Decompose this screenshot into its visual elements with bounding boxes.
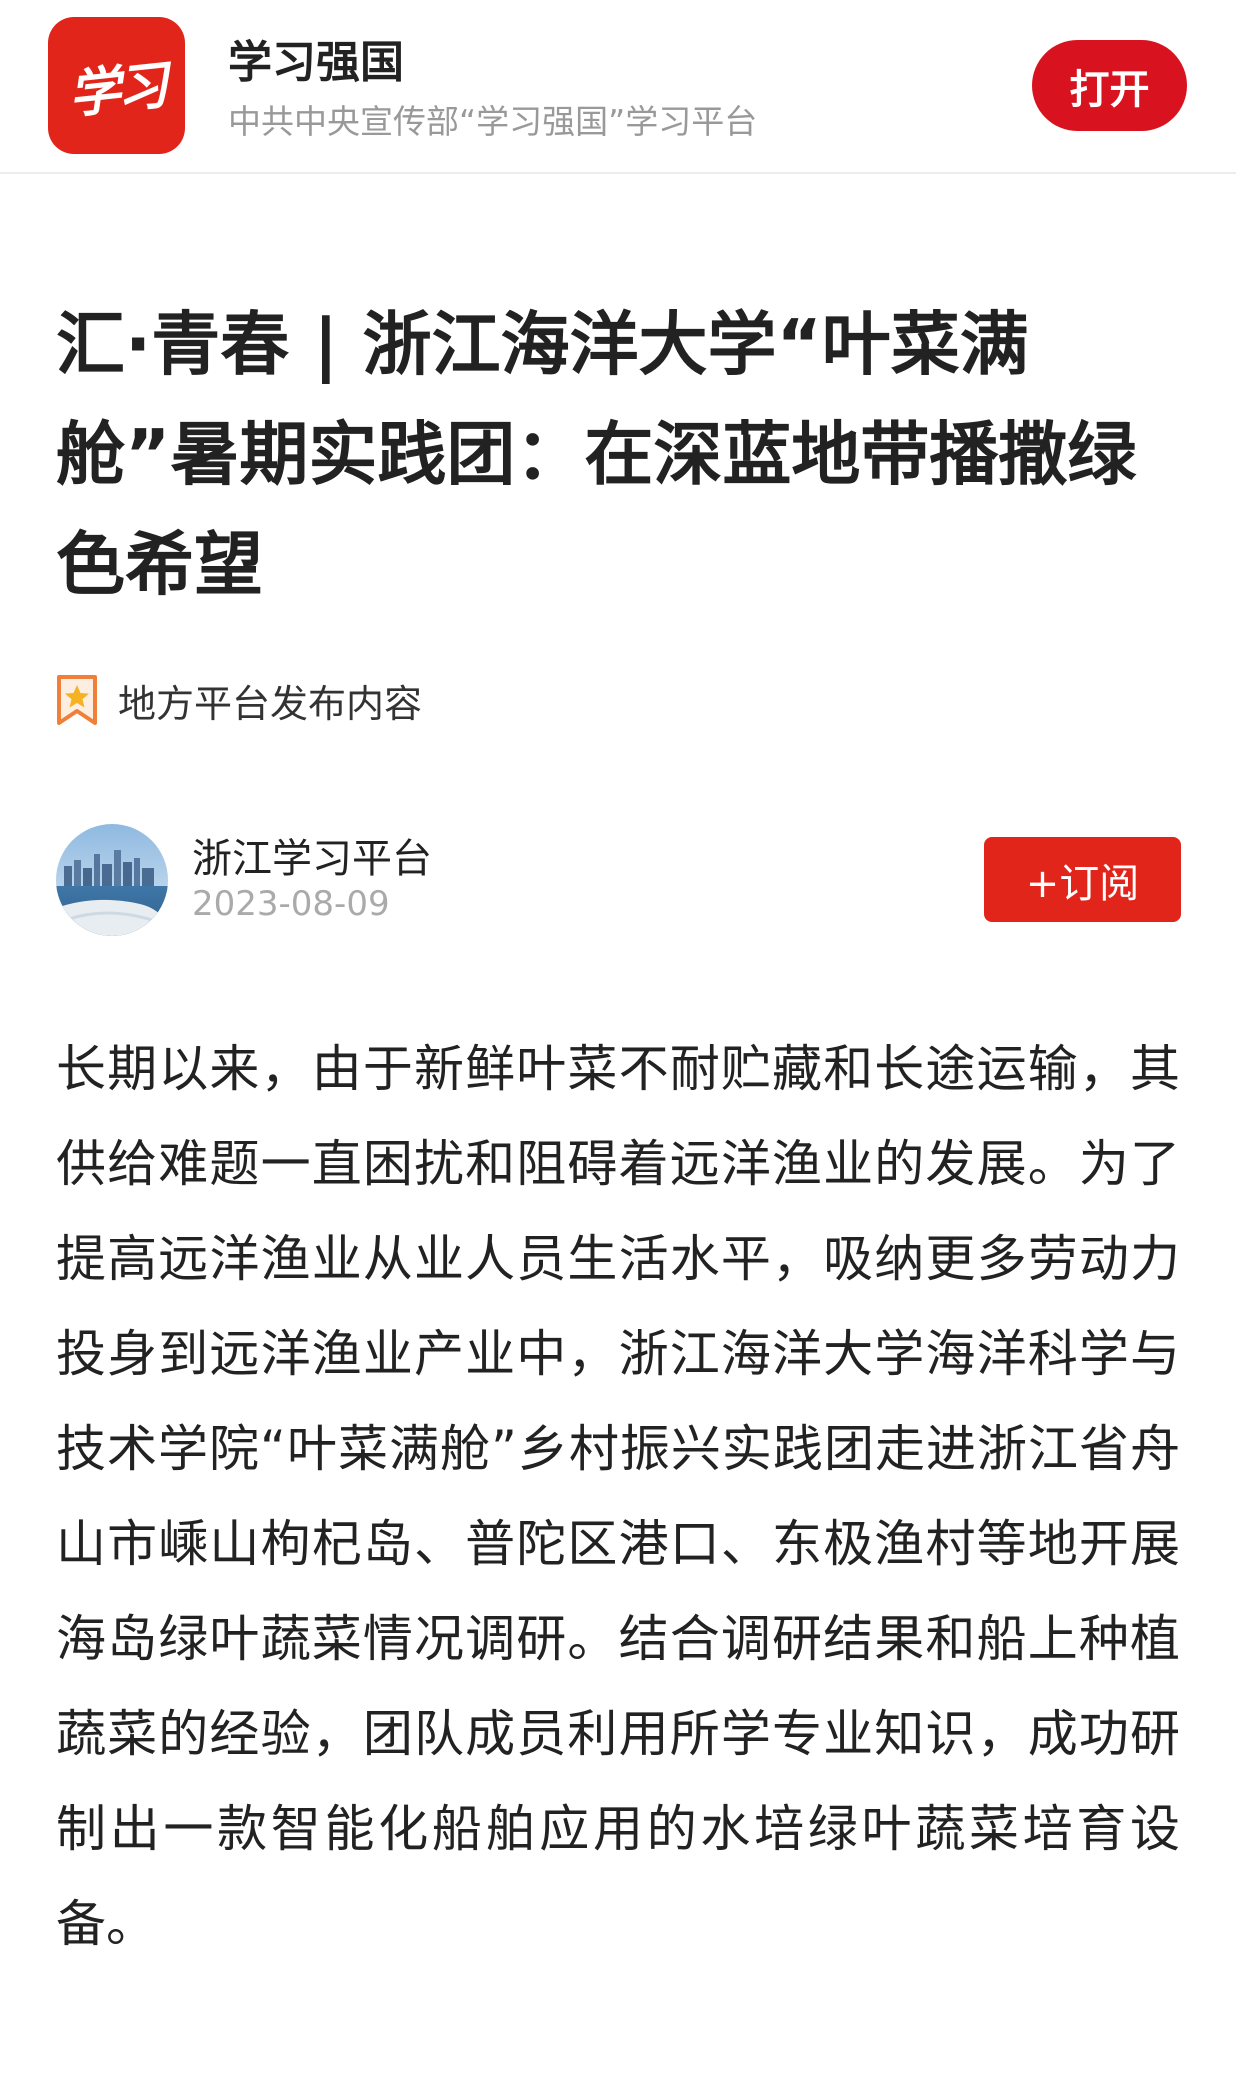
xuexi-logo-icon[interactable]: 学习	[48, 17, 185, 154]
article-body-paragraph: 长期以来，由于新鲜叶菜不耐贮藏和长途运输，其供给难题一直困扰和阻碍着远洋渔业的发…	[56, 1040, 1180, 1953]
city-skyline-avatar	[56, 824, 168, 936]
source-tag: 地方平台发布内容	[56, 672, 422, 728]
author-name[interactable]: 浙江学习平台	[192, 826, 432, 884]
app-banner: 学习 学习强国 中共中央宣传部“学习强国”学习平台 打开	[0, 0, 1236, 174]
source-tag-label: 地方平台发布内容	[118, 681, 423, 726]
open-app-button[interactable]: 打开	[1032, 40, 1187, 131]
star-bookmark-icon	[57, 675, 97, 725]
app-logo-text: 学习	[66, 55, 168, 126]
author-avatar[interactable]	[56, 824, 168, 936]
publish-date: 2023-08-09	[192, 884, 390, 924]
app-name: 学习强国	[228, 37, 404, 88]
app-subtitle: 中共中央宣传部“学习强国”学习平台	[228, 102, 758, 141]
article-title: 汇·青春 | 浙江海洋大学“叶菜满舱”暑期实践团：在深蓝地带播撒绿色希望	[56, 305, 1137, 605]
subscribe-button[interactable]: +订阅	[984, 837, 1181, 922]
